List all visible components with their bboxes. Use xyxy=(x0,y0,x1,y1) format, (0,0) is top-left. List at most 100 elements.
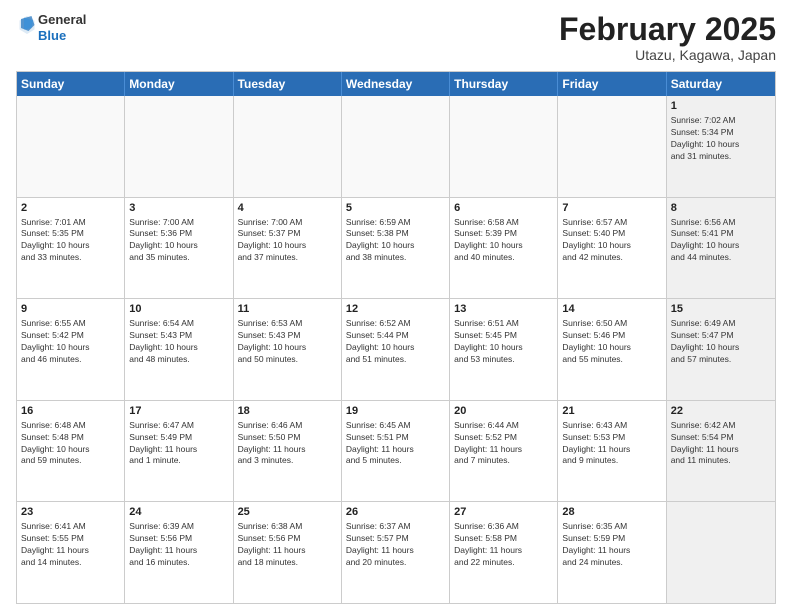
day-number: 14 xyxy=(562,302,661,317)
logo: General Blue xyxy=(16,12,86,43)
calendar-cell xyxy=(125,96,233,197)
weekday-header: Friday xyxy=(558,72,666,96)
cell-daylight-info: Sunrise: 7:00 AM Sunset: 5:37 PM Dayligh… xyxy=(238,217,337,265)
calendar-cell: 7Sunrise: 6:57 AM Sunset: 5:40 PM Daylig… xyxy=(558,198,666,299)
day-number: 28 xyxy=(562,505,661,520)
cell-daylight-info: Sunrise: 6:38 AM Sunset: 5:56 PM Dayligh… xyxy=(238,521,337,569)
logo-general-text: General xyxy=(38,12,86,28)
calendar-row: 9Sunrise: 6:55 AM Sunset: 5:42 PM Daylig… xyxy=(17,298,775,400)
cell-daylight-info: Sunrise: 6:39 AM Sunset: 5:56 PM Dayligh… xyxy=(129,521,228,569)
day-number: 18 xyxy=(238,404,337,419)
day-number: 7 xyxy=(562,201,661,216)
day-number: 20 xyxy=(454,404,553,419)
cell-daylight-info: Sunrise: 6:56 AM Sunset: 5:41 PM Dayligh… xyxy=(671,217,771,265)
weekday-header: Saturday xyxy=(667,72,775,96)
calendar-cell: 24Sunrise: 6:39 AM Sunset: 5:56 PM Dayli… xyxy=(125,502,233,603)
calendar-cell: 5Sunrise: 6:59 AM Sunset: 5:38 PM Daylig… xyxy=(342,198,450,299)
calendar-row: 23Sunrise: 6:41 AM Sunset: 5:55 PM Dayli… xyxy=(17,501,775,603)
cell-daylight-info: Sunrise: 6:53 AM Sunset: 5:43 PM Dayligh… xyxy=(238,318,337,366)
cell-daylight-info: Sunrise: 7:00 AM Sunset: 5:36 PM Dayligh… xyxy=(129,217,228,265)
calendar-body: 1Sunrise: 7:02 AM Sunset: 5:34 PM Daylig… xyxy=(17,96,775,603)
calendar: SundayMondayTuesdayWednesdayThursdayFrid… xyxy=(16,71,776,604)
calendar-cell: 25Sunrise: 6:38 AM Sunset: 5:56 PM Dayli… xyxy=(234,502,342,603)
cell-daylight-info: Sunrise: 6:49 AM Sunset: 5:47 PM Dayligh… xyxy=(671,318,771,366)
calendar-cell: 21Sunrise: 6:43 AM Sunset: 5:53 PM Dayli… xyxy=(558,401,666,502)
day-number: 3 xyxy=(129,201,228,216)
day-number: 25 xyxy=(238,505,337,520)
cell-daylight-info: Sunrise: 6:42 AM Sunset: 5:54 PM Dayligh… xyxy=(671,420,771,468)
calendar-cell: 27Sunrise: 6:36 AM Sunset: 5:58 PM Dayli… xyxy=(450,502,558,603)
calendar-cell: 4Sunrise: 7:00 AM Sunset: 5:37 PM Daylig… xyxy=(234,198,342,299)
calendar-cell: 26Sunrise: 6:37 AM Sunset: 5:57 PM Dayli… xyxy=(342,502,450,603)
cell-daylight-info: Sunrise: 6:41 AM Sunset: 5:55 PM Dayligh… xyxy=(21,521,120,569)
page: General Blue February 2025 Utazu, Kagawa… xyxy=(0,0,792,612)
weekday-header: Tuesday xyxy=(234,72,342,96)
weekday-header: Sunday xyxy=(17,72,125,96)
day-number: 12 xyxy=(346,302,445,317)
day-number: 13 xyxy=(454,302,553,317)
cell-daylight-info: Sunrise: 6:52 AM Sunset: 5:44 PM Dayligh… xyxy=(346,318,445,366)
day-number: 23 xyxy=(21,505,120,520)
cell-daylight-info: Sunrise: 6:58 AM Sunset: 5:39 PM Dayligh… xyxy=(454,217,553,265)
cell-daylight-info: Sunrise: 6:43 AM Sunset: 5:53 PM Dayligh… xyxy=(562,420,661,468)
calendar-cell: 13Sunrise: 6:51 AM Sunset: 5:45 PM Dayli… xyxy=(450,299,558,400)
cell-daylight-info: Sunrise: 7:02 AM Sunset: 5:34 PM Dayligh… xyxy=(671,115,771,163)
calendar-row: 2Sunrise: 7:01 AM Sunset: 5:35 PM Daylig… xyxy=(17,197,775,299)
calendar-cell: 15Sunrise: 6:49 AM Sunset: 5:47 PM Dayli… xyxy=(667,299,775,400)
calendar-cell: 18Sunrise: 6:46 AM Sunset: 5:50 PM Dayli… xyxy=(234,401,342,502)
cell-daylight-info: Sunrise: 6:35 AM Sunset: 5:59 PM Dayligh… xyxy=(562,521,661,569)
calendar-cell xyxy=(450,96,558,197)
day-number: 8 xyxy=(671,201,771,216)
day-number: 19 xyxy=(346,404,445,419)
cell-daylight-info: Sunrise: 6:59 AM Sunset: 5:38 PM Dayligh… xyxy=(346,217,445,265)
cell-daylight-info: Sunrise: 6:46 AM Sunset: 5:50 PM Dayligh… xyxy=(238,420,337,468)
calendar-cell xyxy=(558,96,666,197)
calendar-header: SundayMondayTuesdayWednesdayThursdayFrid… xyxy=(17,72,775,96)
cell-daylight-info: Sunrise: 6:44 AM Sunset: 5:52 PM Dayligh… xyxy=(454,420,553,468)
cell-daylight-info: Sunrise: 6:50 AM Sunset: 5:46 PM Dayligh… xyxy=(562,318,661,366)
calendar-subtitle: Utazu, Kagawa, Japan xyxy=(559,47,776,63)
calendar-cell xyxy=(342,96,450,197)
weekday-header: Thursday xyxy=(450,72,558,96)
calendar-row: 16Sunrise: 6:48 AM Sunset: 5:48 PM Dayli… xyxy=(17,400,775,502)
cell-daylight-info: Sunrise: 6:57 AM Sunset: 5:40 PM Dayligh… xyxy=(562,217,661,265)
calendar-cell xyxy=(667,502,775,603)
day-number: 4 xyxy=(238,201,337,216)
logo-icon xyxy=(18,14,36,36)
cell-daylight-info: Sunrise: 6:36 AM Sunset: 5:58 PM Dayligh… xyxy=(454,521,553,569)
cell-daylight-info: Sunrise: 6:51 AM Sunset: 5:45 PM Dayligh… xyxy=(454,318,553,366)
calendar-row: 1Sunrise: 7:02 AM Sunset: 5:34 PM Daylig… xyxy=(17,96,775,197)
logo-blue-text: Blue xyxy=(38,28,86,44)
cell-daylight-info: Sunrise: 6:37 AM Sunset: 5:57 PM Dayligh… xyxy=(346,521,445,569)
cell-daylight-info: Sunrise: 6:45 AM Sunset: 5:51 PM Dayligh… xyxy=(346,420,445,468)
day-number: 27 xyxy=(454,505,553,520)
day-number: 17 xyxy=(129,404,228,419)
day-number: 6 xyxy=(454,201,553,216)
day-number: 22 xyxy=(671,404,771,419)
weekday-header: Wednesday xyxy=(342,72,450,96)
weekday-header: Monday xyxy=(125,72,233,96)
calendar-cell: 20Sunrise: 6:44 AM Sunset: 5:52 PM Dayli… xyxy=(450,401,558,502)
calendar-cell: 14Sunrise: 6:50 AM Sunset: 5:46 PM Dayli… xyxy=(558,299,666,400)
day-number: 15 xyxy=(671,302,771,317)
calendar-cell: 1Sunrise: 7:02 AM Sunset: 5:34 PM Daylig… xyxy=(667,96,775,197)
day-number: 1 xyxy=(671,99,771,114)
calendar-title: February 2025 xyxy=(559,12,776,47)
calendar-cell: 6Sunrise: 6:58 AM Sunset: 5:39 PM Daylig… xyxy=(450,198,558,299)
day-number: 5 xyxy=(346,201,445,216)
calendar-cell xyxy=(17,96,125,197)
day-number: 24 xyxy=(129,505,228,520)
cell-daylight-info: Sunrise: 6:54 AM Sunset: 5:43 PM Dayligh… xyxy=(129,318,228,366)
cell-daylight-info: Sunrise: 6:47 AM Sunset: 5:49 PM Dayligh… xyxy=(129,420,228,468)
header: General Blue February 2025 Utazu, Kagawa… xyxy=(16,12,776,63)
cell-daylight-info: Sunrise: 6:48 AM Sunset: 5:48 PM Dayligh… xyxy=(21,420,120,468)
calendar-cell: 8Sunrise: 6:56 AM Sunset: 5:41 PM Daylig… xyxy=(667,198,775,299)
calendar-cell: 22Sunrise: 6:42 AM Sunset: 5:54 PM Dayli… xyxy=(667,401,775,502)
calendar-cell: 10Sunrise: 6:54 AM Sunset: 5:43 PM Dayli… xyxy=(125,299,233,400)
calendar-cell: 17Sunrise: 6:47 AM Sunset: 5:49 PM Dayli… xyxy=(125,401,233,502)
day-number: 9 xyxy=(21,302,120,317)
day-number: 2 xyxy=(21,201,120,216)
calendar-cell: 19Sunrise: 6:45 AM Sunset: 5:51 PM Dayli… xyxy=(342,401,450,502)
calendar-cell: 16Sunrise: 6:48 AM Sunset: 5:48 PM Dayli… xyxy=(17,401,125,502)
calendar-cell: 9Sunrise: 6:55 AM Sunset: 5:42 PM Daylig… xyxy=(17,299,125,400)
